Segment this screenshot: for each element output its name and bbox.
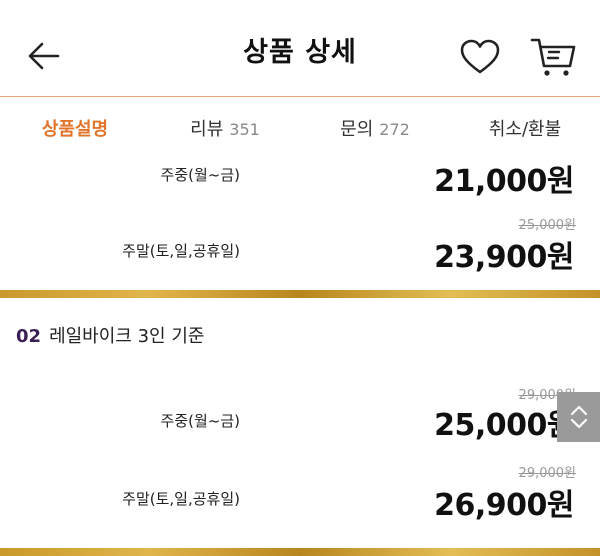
original-price: 25,000원 bbox=[518, 218, 576, 233]
app-header: 상품 상세 bbox=[0, 0, 600, 92]
section-divider bbox=[0, 548, 600, 556]
section-title-text: 레일바이크 3인 기준 bbox=[49, 326, 205, 347]
tab-inquiries[interactable]: 문의 272 bbox=[300, 97, 450, 163]
tab-count: 351 bbox=[229, 120, 260, 139]
price: 25,000원 bbox=[434, 408, 574, 443]
heart-icon bbox=[460, 39, 500, 74]
chevron-up-icon[interactable] bbox=[569, 403, 589, 417]
tab-bar: 상품설명 리뷰 351 문의 272 취소/환불 bbox=[0, 96, 600, 163]
product-content: 주중(월~금) 21,000원 25,000원 주말(토,일,공휴일) 23,9… bbox=[0, 162, 600, 556]
tab-label: 리뷰 bbox=[190, 119, 224, 140]
day-label: 주말(토,일,공휴일) bbox=[122, 490, 240, 508]
tab-label: 상품설명 bbox=[41, 119, 109, 140]
section-title: 02 레일바이크 3인 기준 bbox=[16, 322, 204, 348]
tab-cancel-refund[interactable]: 취소/환불 bbox=[450, 97, 600, 163]
price: 26,900원 bbox=[434, 488, 574, 523]
tab-reviews[interactable]: 리뷰 351 bbox=[150, 97, 300, 163]
tab-label: 취소/환불 bbox=[488, 119, 562, 140]
tab-product-description[interactable]: 상품설명 bbox=[0, 97, 150, 163]
section-number: 02 bbox=[16, 326, 42, 347]
day-label: 주말(토,일,공휴일) bbox=[122, 242, 240, 260]
wishlist-button[interactable] bbox=[458, 36, 502, 80]
price: 23,900원 bbox=[434, 240, 574, 275]
cart-icon bbox=[530, 38, 576, 76]
chevron-down-icon[interactable] bbox=[569, 417, 589, 431]
scroll-control[interactable] bbox=[557, 392, 600, 442]
original-price: 29,000원 bbox=[518, 466, 576, 481]
cart-button[interactable] bbox=[528, 34, 578, 80]
tab-count: 272 bbox=[379, 120, 410, 139]
price: 21,000원 bbox=[434, 164, 574, 199]
section-divider bbox=[0, 290, 600, 298]
tab-label: 문의 bbox=[340, 119, 374, 140]
day-label: 주중(월~금) bbox=[160, 166, 240, 184]
day-label: 주중(월~금) bbox=[160, 412, 240, 430]
page-title: 상품 상세 bbox=[243, 37, 357, 68]
